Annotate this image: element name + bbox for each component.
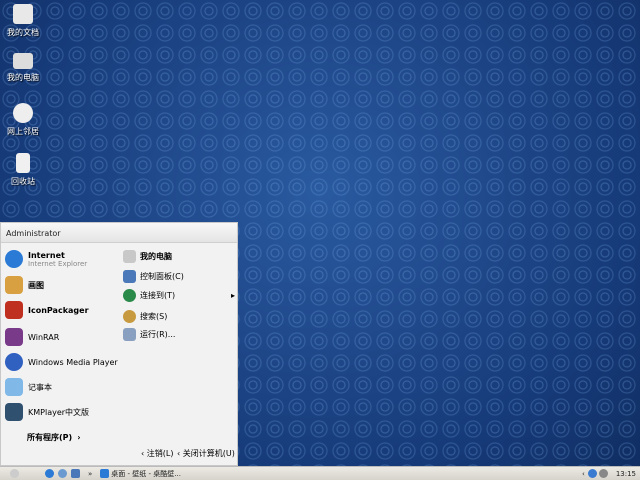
menu-item-connect-to[interactable]: 连接到(T) ▸ bbox=[123, 287, 235, 303]
computer-icon bbox=[123, 249, 136, 263]
menu-item-internet[interactable]: Internet Internet Explorer bbox=[5, 248, 87, 270]
winrar-icon bbox=[5, 328, 23, 346]
show-desktop-icon[interactable] bbox=[71, 469, 80, 478]
tray-expand-icon[interactable]: ‹ bbox=[582, 470, 585, 478]
user-name: Administrator bbox=[1, 223, 237, 243]
desktop-icon-network[interactable]: 网上邻居 bbox=[2, 103, 44, 137]
menu-item-kmplayer[interactable]: KMPlayer中文版 bbox=[5, 401, 89, 423]
recycle-bin-icon bbox=[16, 153, 30, 173]
control-panel-icon bbox=[123, 269, 136, 283]
menu-item-notepad[interactable]: 记事本 bbox=[5, 376, 52, 398]
menu-item-run[interactable]: 运行(R)... bbox=[123, 326, 235, 342]
ie-icon bbox=[5, 250, 23, 268]
computer-icon bbox=[13, 53, 33, 69]
volume-tray-icon[interactable] bbox=[598, 469, 608, 478]
network-tray-icon[interactable] bbox=[587, 469, 597, 478]
start-button[interactable] bbox=[10, 469, 19, 478]
network-icon bbox=[13, 103, 33, 123]
documents-icon bbox=[13, 4, 33, 24]
kmplayer-icon bbox=[5, 403, 23, 421]
paint-icon bbox=[5, 276, 23, 294]
start-menu: Administrator Internet Internet Explorer … bbox=[0, 222, 238, 466]
notepad-icon bbox=[5, 378, 23, 396]
iconpackager-icon bbox=[5, 301, 23, 319]
desktop-icon-my-computer[interactable]: 我的电脑 bbox=[2, 53, 44, 83]
arrow-right-icon: › bbox=[77, 432, 81, 442]
all-programs-button[interactable]: 所有程序(P) › bbox=[27, 426, 80, 448]
menu-item-my-computer[interactable]: 我的电脑 bbox=[123, 248, 235, 264]
clock: 13:15 bbox=[615, 469, 636, 478]
arrow-right-icon: ▸ bbox=[230, 290, 235, 300]
shutdown-button[interactable]: ‹ 关闭计算机(U) bbox=[177, 448, 235, 459]
media-player-icon bbox=[5, 353, 23, 371]
taskbar: » 桌面 - 壁纸 - 桌酷壁... ‹ 13:15 bbox=[0, 466, 640, 480]
menu-item-media-player[interactable]: Windows Media Player bbox=[5, 351, 118, 373]
search-icon bbox=[123, 309, 136, 323]
chevron-icon[interactable]: » bbox=[88, 470, 92, 478]
logoff-button[interactable]: ‹ 注销(L) bbox=[141, 448, 173, 459]
desktop-icon-my-documents[interactable]: 我的文档 bbox=[2, 4, 44, 38]
menu-item-winrar[interactable]: WinRAR bbox=[5, 326, 59, 348]
globe-icon bbox=[123, 288, 136, 302]
desktop-icon-recycle-bin[interactable]: 回收站 bbox=[2, 153, 44, 187]
menu-item-search[interactable]: 搜索(S) bbox=[123, 308, 235, 324]
ie-quicklaunch-icon[interactable] bbox=[45, 469, 54, 478]
ie-icon bbox=[100, 469, 110, 478]
run-icon bbox=[123, 327, 136, 341]
menu-item-iconpackager[interactable]: IconPackager bbox=[5, 299, 89, 321]
taskbar-button-window[interactable]: 桌面 - 壁纸 - 桌酷壁... bbox=[100, 469, 181, 479]
menu-item-control-panel[interactable]: 控制面板(C) bbox=[123, 268, 235, 284]
quicklaunch-icon[interactable] bbox=[58, 469, 67, 478]
menu-item-paint[interactable]: 画图 bbox=[5, 274, 44, 296]
